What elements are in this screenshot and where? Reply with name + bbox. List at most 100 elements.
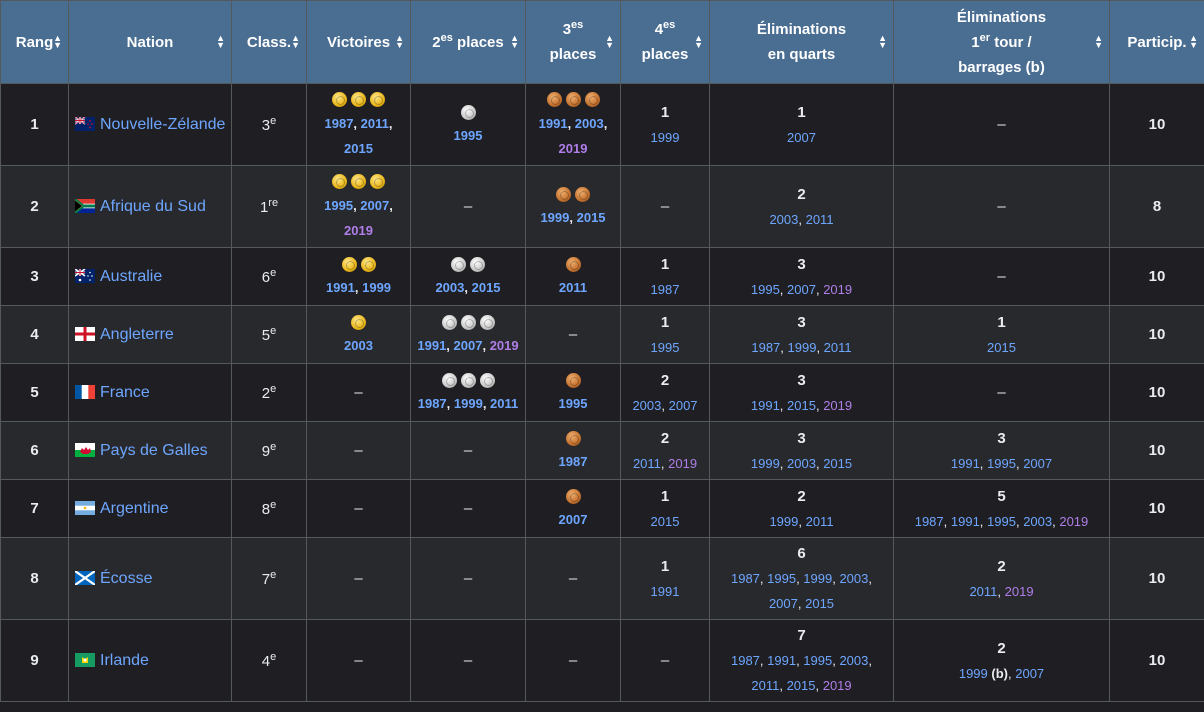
year-link[interactable]: 2003 [839,653,868,668]
col-header-victoires[interactable]: Victoires ▲ ▼ [306,0,411,84]
year-link[interactable]: 1991 [539,116,568,131]
year-link[interactable]: 2003 [344,338,373,353]
sort-icon[interactable]: ▲ ▼ [216,34,225,50]
year-link[interactable]: 1987 [418,396,447,411]
year-link[interactable]: 2011 [559,280,587,295]
year-link[interactable]: 2011 [490,396,518,411]
year-link[interactable]: 2011 [361,116,389,131]
year-link[interactable]: 1999 [540,210,569,225]
nation-link[interactable]: Australie [100,268,162,285]
year-link[interactable]: 2003 [575,116,604,131]
nation-link[interactable]: France [100,384,150,401]
nation-link[interactable]: Irlande [100,652,149,669]
year-link[interactable]: 1987 [751,340,780,355]
sort-icon[interactable]: ▲ ▼ [510,34,519,50]
year-link[interactable]: 2007 [559,512,588,527]
year-link[interactable]: 2003 [769,212,798,227]
sort-icon[interactable]: ▲ ▼ [878,34,887,50]
year-link[interactable]: 2011 [633,456,661,471]
year-link[interactable]: 2007 [360,198,389,213]
year-link[interactable]: 1995 [751,282,780,297]
year-link[interactable]: 2007 [1023,456,1052,471]
col-header-nation[interactable]: Nation ▲ ▼ [68,0,232,84]
year-link[interactable]: 2007 [787,282,816,297]
year-link[interactable]: 2015 [987,340,1016,355]
year-link[interactable]: 2003 [1023,514,1052,529]
year-link[interactable]: 1999 [959,666,988,681]
year-link[interactable]: 1987 [651,282,680,297]
year-link[interactable]: 2019 [823,282,852,297]
year-link[interactable]: 2003 [632,398,661,413]
sort-icon[interactable]: ▲ ▼ [53,34,62,50]
year-link[interactable]: 2007 [1015,666,1044,681]
year-link[interactable]: 2015 [344,141,373,156]
col-header-rang[interactable]: Rang ▲ ▼ [0,0,69,84]
year-link[interactable]: 1987 [559,454,588,469]
year-link[interactable]: 2019 [823,398,852,413]
col-header-quarter-eliminations[interactable]: Éliminations en quarts ▲ ▼ [709,0,894,84]
year-link[interactable]: 1995 [324,198,353,213]
col-header-third-places[interactable]: 3es places ▲ ▼ [525,0,621,84]
year-link[interactable]: 1995 [987,514,1016,529]
year-link[interactable]: 2015 [472,280,501,295]
year-link[interactable]: 2019 [1005,584,1034,599]
year-link[interactable]: 1991 [951,514,980,529]
year-link[interactable]: 1995 [559,396,588,411]
year-link[interactable]: 1995 [454,128,483,143]
sort-icon[interactable]: ▲ ▼ [694,34,703,50]
nation-link[interactable]: Afrique du Sud [100,198,206,215]
year-link[interactable]: 2003 [787,456,816,471]
nation-link[interactable]: Angleterre [100,326,174,343]
sort-icon[interactable]: ▲ ▼ [1189,34,1198,50]
year-link[interactable]: 1999 [769,514,798,529]
year-link[interactable]: 2011 [806,212,834,227]
year-link[interactable]: 2007 [787,130,816,145]
year-link[interactable]: 1991 [651,584,680,599]
year-link[interactable]: 1991 [767,653,796,668]
year-link[interactable]: 1987 [731,653,760,668]
nation-link[interactable]: Pays de Galles [100,442,208,459]
year-link[interactable]: 1999 [362,280,391,295]
col-header-second-places[interactable]: 2es places ▲ ▼ [410,0,526,84]
year-link[interactable]: 2015 [823,456,852,471]
sort-icon[interactable]: ▲ ▼ [1094,34,1103,50]
year-link[interactable]: 2003 [839,571,868,586]
col-header-first-round-eliminations[interactable]: Éliminations 1er tour / barrages (b) ▲ ▼ [893,0,1110,84]
col-header-classement[interactable]: Class. ▲ ▼ [231,0,307,84]
year-link[interactable]: 2015 [787,398,816,413]
year-link[interactable]: 2019 [344,223,373,238]
year-link[interactable]: 1999 [751,456,780,471]
year-link[interactable]: 1987 [731,571,760,586]
sort-icon[interactable]: ▲ ▼ [395,34,404,50]
year-link[interactable]: 2015 [805,596,834,611]
year-link[interactable]: 1999 [454,396,483,411]
year-link[interactable]: 1999 [803,571,832,586]
year-link[interactable]: 1995 [803,653,832,668]
year-link[interactable]: 2019 [1059,514,1088,529]
year-link[interactable]: 2011 [751,678,779,693]
year-link[interactable]: 2019 [823,678,852,693]
year-link[interactable]: 1991 [951,456,980,471]
sort-icon[interactable]: ▲ ▼ [605,34,614,50]
col-header-fourth-places[interactable]: 4es places ▲ ▼ [620,0,710,84]
year-link[interactable]: 1995 [651,340,680,355]
year-link[interactable]: 2015 [651,514,680,529]
year-link[interactable]: 1999 [788,340,817,355]
year-link[interactable]: 2003 [435,280,464,295]
nation-link[interactable]: Nouvelle-Zélande [100,116,225,133]
year-link[interactable]: 2019 [490,338,519,353]
year-link[interactable]: 2019 [668,456,697,471]
year-link[interactable]: 1987 [915,514,944,529]
year-link[interactable]: 1991 [326,280,355,295]
year-link[interactable]: 2011 [824,340,852,355]
year-link[interactable]: 2011 [969,584,997,599]
year-link[interactable]: 2011 [806,514,834,529]
nation-link[interactable]: Écosse [100,570,152,587]
year-link[interactable]: 1995 [767,571,796,586]
year-link[interactable]: 1991 [417,338,446,353]
col-header-participations[interactable]: Particip. ▲ ▼ [1109,0,1204,84]
year-link[interactable]: 2015 [577,210,606,225]
sort-icon[interactable]: ▲ ▼ [291,34,300,50]
nation-link[interactable]: Argentine [100,500,169,517]
year-link[interactable]: 1999 [651,130,680,145]
